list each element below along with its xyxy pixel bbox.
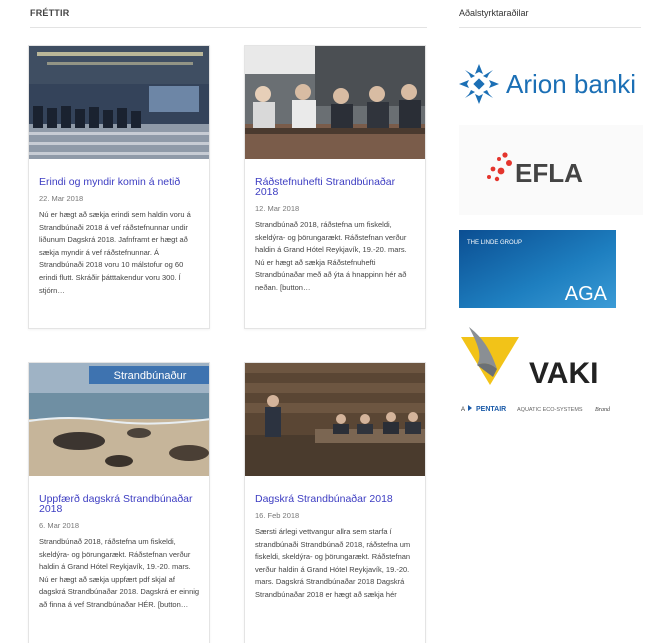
efla-logo: EFLA xyxy=(487,152,583,188)
image-caption: Strandbúnaður xyxy=(114,370,187,382)
news-card: Ráðstefnuhefti Strandbúnaðar 2018 12. Ma… xyxy=(244,45,426,329)
news-card-excerpt: Særsti árlegi vettvangur allra sem starf… xyxy=(255,527,411,599)
news-card-title-link[interactable]: Dagskrá Strandbúnaðar 2018 xyxy=(255,494,416,505)
sponsor-logo-vaki[interactable]: VAKI A PENTAIR AQUATIC ECO-SYSTEMS Brand xyxy=(459,325,643,417)
news-card-title-link[interactable]: Ráðstefnuhefti Strandbúnaðar 2018 xyxy=(255,177,416,198)
news-card-image-speakers[interactable] xyxy=(245,363,425,476)
sponsor-logo-aga[interactable]: THE LINDE GROUP AGA xyxy=(459,230,616,308)
efla-wordmark: EFLA xyxy=(515,158,583,188)
news-card-excerpt: Strandbúnað 2018, ráðstefna um fiskeldi,… xyxy=(39,537,200,609)
vaki-byline-brand: PENTAIR xyxy=(476,406,506,413)
sponsor-logo-arion-banki[interactable]: Arion banki xyxy=(459,60,643,110)
news-card-excerpt: Nú er hægt að sækja erindi sem haldin vo… xyxy=(39,210,191,295)
news-card-image-coast[interactable]: Strandbúnaður xyxy=(29,363,209,476)
sponsor-logo-efla[interactable]: EFLA xyxy=(459,125,643,215)
news-card: Erindi og myndir komin á netið 22. Mar 2… xyxy=(28,45,210,329)
linde-group-label: THE LINDE GROUP xyxy=(467,240,522,246)
speakers-photo xyxy=(245,363,425,476)
news-card-image-panel[interactable] xyxy=(245,46,425,159)
news-card-title-link[interactable]: Erindi og myndir komin á netið xyxy=(39,177,200,188)
pentair-mark-icon xyxy=(468,405,472,411)
news-card-date: 22. Mar 2018 xyxy=(39,194,84,203)
arion-star-icon: Arion banki xyxy=(459,64,636,104)
aga-wordmark: AGA xyxy=(565,283,608,305)
arion-banki-wordmark: Arion banki xyxy=(506,69,636,99)
news-card-image-conference-hall[interactable] xyxy=(29,46,209,159)
news-card: Dagskrá Strandbúnaðar 2018 16. Feb 2018 … xyxy=(244,362,426,643)
sponsors-section-title: Aðalstyrktaraðilar xyxy=(459,8,529,18)
sponsors-title-rule xyxy=(459,27,641,28)
news-card-date: 6. Mar 2018 xyxy=(39,521,80,530)
vaki-logo: VAKI A PENTAIR AQUATIC ECO-SYSTEMS Brand xyxy=(461,327,611,413)
news-card: Strandbúnaður Uppfærð dagskrá Strandbúna… xyxy=(28,362,210,643)
news-title-rule xyxy=(30,27,427,28)
vaki-byline-tag: Brand xyxy=(595,407,611,413)
coastline-photo: Strandbúnaður xyxy=(29,363,209,476)
news-section-title: FRÉTTIR xyxy=(30,8,70,18)
news-card-excerpt: Strandbúnað 2018, ráðstefna um fiskeldi,… xyxy=(255,220,407,292)
conference-hall-photo xyxy=(29,46,209,159)
aga-logo: THE LINDE GROUP AGA xyxy=(459,230,616,308)
vaki-byline-suffix: AQUATIC ECO-SYSTEMS xyxy=(517,407,583,413)
vaki-byline-prefix: A xyxy=(461,407,465,413)
news-card-date: 16. Feb 2018 xyxy=(255,511,300,520)
news-card-date: 12. Mar 2018 xyxy=(255,204,300,213)
panel-discussion-photo xyxy=(245,46,425,159)
news-card-title-link[interactable]: Uppfærð dagskrá Strandbúnaðar 2018 xyxy=(39,494,200,515)
vaki-wordmark: VAKI xyxy=(529,357,598,390)
